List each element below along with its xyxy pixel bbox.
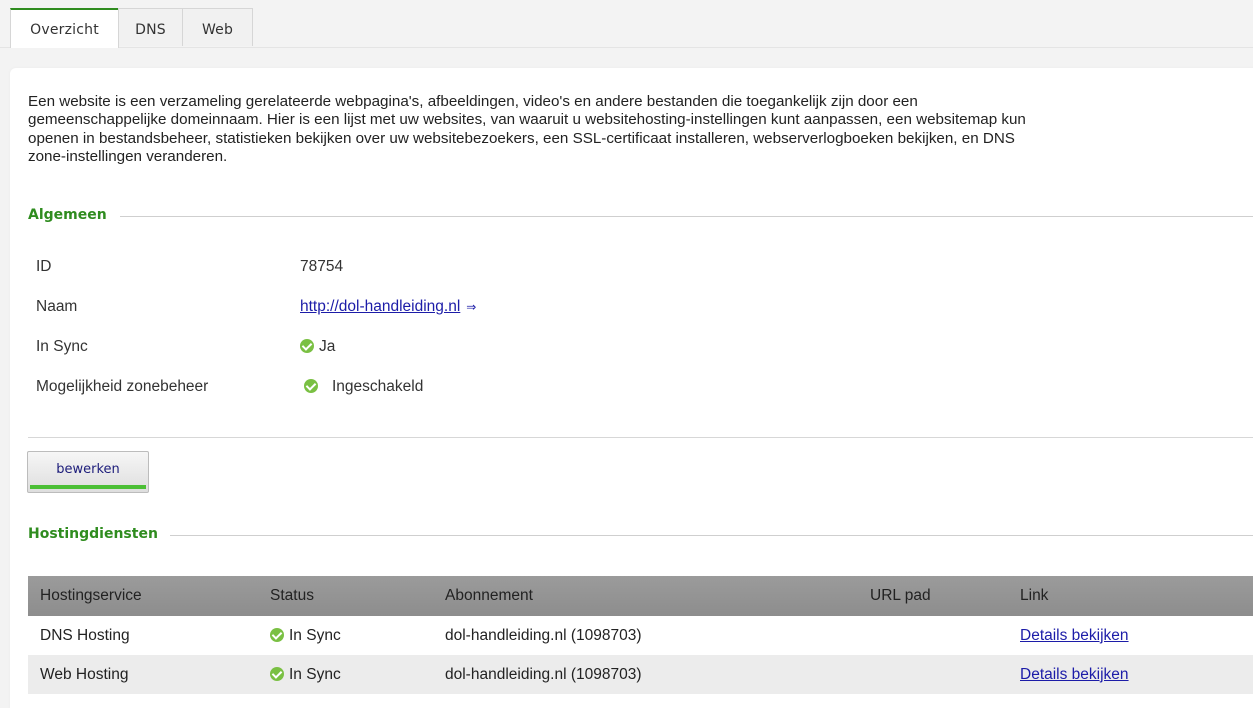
details-link[interactable]: Details bekijken — [1020, 627, 1129, 644]
tab-bar-divider — [0, 47, 1253, 48]
tab-web[interactable]: Web — [182, 8, 253, 46]
section-divider — [170, 535, 1253, 536]
horizontal-divider — [28, 437, 1253, 438]
check-circle-icon — [300, 339, 314, 353]
description-line: Een website is een verzameling gerelatee… — [28, 93, 918, 110]
url-path-cell — [858, 655, 1008, 694]
status-text: In Sync — [289, 665, 341, 683]
tab-overzicht[interactable]: Overzicht — [10, 8, 119, 48]
name-label: Naam — [36, 298, 78, 315]
status-cell: In Sync — [258, 616, 433, 655]
check-circle-icon — [270, 666, 284, 681]
table-row: DNS Hosting In Sync dol-handleiding.nl (… — [28, 616, 1253, 655]
link-cell: Details bekijken — [1008, 655, 1253, 694]
subscription-cell: dol-handleiding.nl (1098703) — [433, 655, 858, 694]
check-circle-icon — [304, 379, 318, 393]
column-header[interactable]: URL pad — [858, 576, 1008, 616]
check-circle-icon — [270, 627, 284, 642]
sync-label: In Sync — [36, 338, 88, 355]
hosting-table: Hostingservice Status Abonnement URL pad… — [28, 576, 1253, 694]
external-link-icon[interactable]: ⇒ — [466, 300, 476, 314]
table-row: Web Hosting In Sync dol-handleiding.nl (… — [28, 655, 1253, 694]
column-header[interactable]: Link — [1008, 576, 1253, 616]
status-text: In Sync — [289, 626, 341, 644]
column-header[interactable]: Abonnement — [433, 576, 858, 616]
service-cell: Web Hosting — [28, 655, 258, 694]
tab-bar: Overzicht DNS Web — [0, 0, 1253, 50]
description-line: zone-instellingen veranderen. — [28, 148, 228, 166]
zone-value-text: Ingeschakeld — [332, 378, 424, 395]
column-header[interactable]: Hostingservice — [28, 576, 258, 616]
status-cell: In Sync — [258, 655, 433, 694]
link-cell: Details bekijken — [1008, 616, 1253, 655]
sync-value: Ja — [300, 338, 335, 356]
id-label: ID — [36, 258, 52, 275]
description-line: openen in bestandsbeheer, statistieken b… — [28, 129, 1015, 147]
name-value: http://dol-handleiding.nl ⇒ — [300, 298, 476, 316]
zone-value: Ingeschakeld — [304, 378, 423, 396]
edit-button[interactable]: bewerken — [27, 451, 149, 493]
section-divider — [120, 216, 1253, 217]
service-cell: DNS Hosting — [28, 616, 258, 655]
id-value: 78754 — [300, 258, 344, 275]
subscription-cell: dol-handleiding.nl (1098703) — [433, 616, 858, 655]
section-title-hosting: Hostingdiensten — [28, 526, 164, 542]
sync-value-text: Ja — [319, 338, 336, 355]
description-line: gemeenschappelijke domeinnaam. Hier is e… — [28, 111, 1026, 129]
zone-label: Mogelijkheid zonebeheer — [36, 378, 209, 395]
description-text: Een website is een verzameling gerelatee… — [28, 93, 1253, 167]
column-header[interactable]: Status — [258, 576, 433, 616]
tab-dns[interactable]: DNS — [118, 8, 183, 46]
table-header-row: Hostingservice Status Abonnement URL pad… — [28, 576, 1253, 616]
details-link[interactable]: Details bekijken — [1020, 666, 1129, 683]
section-title-algemeen: Algemeen — [28, 207, 113, 223]
url-path-cell — [858, 616, 1008, 655]
website-link[interactable]: http://dol-handleiding.nl — [300, 298, 460, 315]
